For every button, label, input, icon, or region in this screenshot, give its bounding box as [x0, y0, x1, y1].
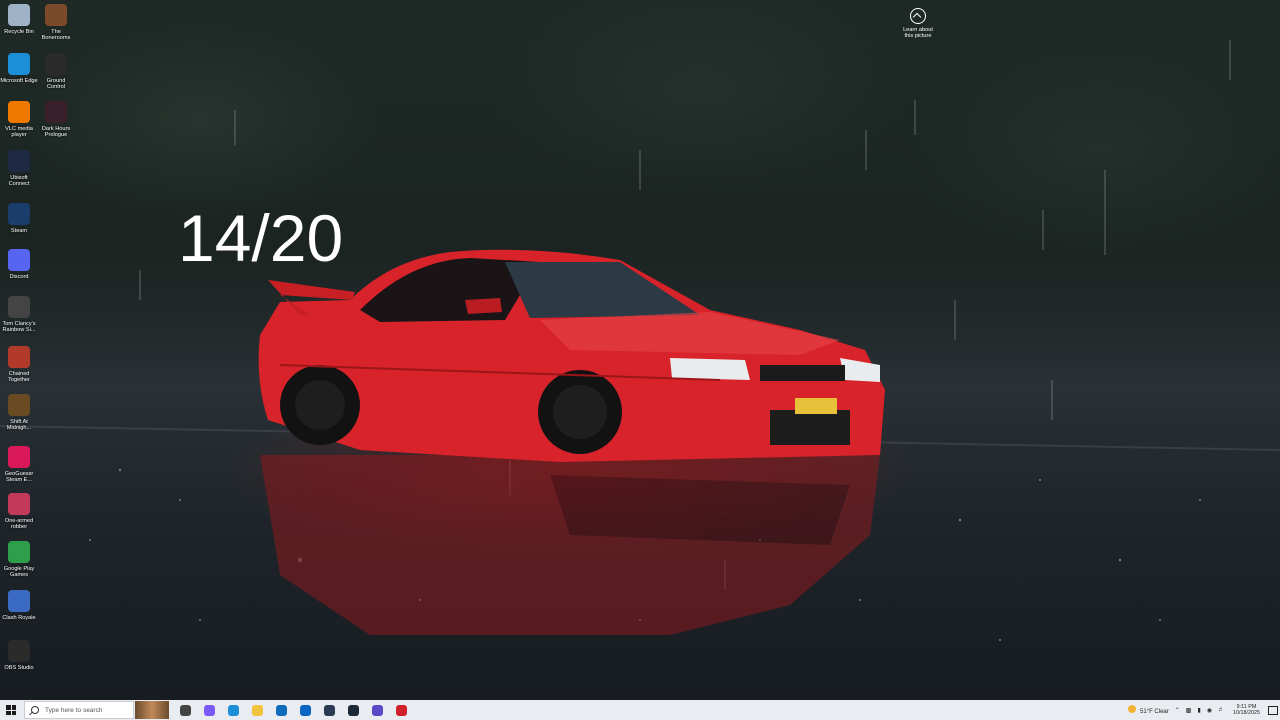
taskbar-app-copilot[interactable]: [197, 700, 221, 720]
desktop-icon-label: The Bonerooms: [41, 29, 71, 42]
desktop-icon-ground-control[interactable]: Ground Control: [37, 53, 75, 91]
dark-hours-icon: [45, 101, 67, 123]
taskbar-app-store[interactable]: [269, 700, 293, 720]
wifi-icon[interactable]: ◉: [1207, 707, 1212, 714]
recycle-bin-icon: [8, 4, 30, 26]
taskbar-app-file-explorer[interactable]: [245, 700, 269, 720]
search-placeholder: Type here to search: [45, 706, 103, 714]
clock-date: 10/18/2025: [1233, 710, 1260, 716]
desktop-icon-label: One-armed robber: [4, 518, 34, 531]
desktop-icon-label: Clash Royale: [2, 615, 36, 621]
obs-icon: [8, 640, 30, 662]
task-view-icon: [179, 704, 191, 716]
desktop-icon-label: Microsoft Edge: [0, 78, 38, 84]
taskbar-app-obs-taskbar[interactable]: [365, 700, 389, 720]
clash-royale-icon: [8, 590, 30, 612]
desktop-icon-one-armed-robber[interactable]: One-armed robber: [0, 493, 38, 531]
desktop-icon-label: Ground Control: [46, 78, 66, 91]
outlook-icon: [299, 704, 311, 716]
edge-taskbar-icon: [227, 704, 239, 716]
chevron-up-icon[interactable]: ⌃: [1175, 707, 1180, 714]
bonerooms-icon: [45, 4, 67, 26]
google-play-games-icon: [8, 541, 30, 563]
clock[interactable]: 9:11 PM 10/18/2025: [1233, 704, 1260, 717]
learn-about-picture-label: Learn about this picture: [903, 27, 933, 40]
taskbar-app-ubisoft-taskbar[interactable]: [317, 700, 341, 720]
copilot-icon: [203, 704, 215, 716]
desktop-icon-geoguessr[interactable]: GeoGuessr Steam E...: [0, 446, 38, 484]
taskbar-app-steam-taskbar[interactable]: [341, 700, 365, 720]
taskbar: Type here to search 51°F Clear ⌃ ▩ ▮ ◉ ♬…: [0, 700, 1280, 720]
desktop-icon-shift-at-midnight[interactable]: Shift At Midnigh...: [0, 394, 38, 432]
store-icon: [275, 704, 287, 716]
search-icon: [31, 706, 39, 714]
desktop-icon-vlc[interactable]: VLC media player: [0, 101, 38, 139]
network-icon[interactable]: ▩: [1186, 707, 1192, 714]
taskbar-app-task-view[interactable]: [173, 700, 197, 720]
rainbow-six-icon: [8, 296, 30, 318]
camera-info-icon: [910, 8, 926, 24]
search-highlight-thumbnail[interactable]: [135, 701, 169, 719]
weather-text: 51°F Clear: [1140, 709, 1169, 715]
desktop-icon-google-play-games[interactable]: Google Play Games: [0, 541, 38, 579]
desktop-icon-dark-hours[interactable]: Dark Hours Prologue: [37, 101, 75, 139]
desktop-icon-label: Dark Hours Prologue: [41, 126, 71, 139]
desktop-icon-label: Google Play Games: [3, 566, 35, 579]
desktop-icon-obs[interactable]: OBS Studio: [0, 640, 38, 671]
steam-taskbar-icon: [347, 704, 359, 716]
desktop-icon-label: OBS Studio: [4, 665, 34, 671]
steam-icon: [8, 203, 30, 225]
ubisoft-icon: [8, 150, 30, 172]
file-explorer-icon: [251, 704, 263, 716]
moon-icon: [1128, 705, 1136, 713]
taskbar-app-edge-taskbar[interactable]: [221, 700, 245, 720]
desktop-wallpaper: [0, 0, 1280, 700]
ground-control-icon: [45, 53, 67, 75]
chained-together-icon: [8, 346, 30, 368]
shift-at-midnight-icon: [8, 394, 30, 416]
edge-icon: [8, 53, 30, 75]
desktop-icon-steam[interactable]: Steam: [0, 203, 38, 234]
ubisoft-taskbar-icon: [323, 704, 335, 716]
recorder-taskbar-icon: [395, 704, 407, 716]
red-sports-car: [258, 249, 886, 462]
desktop-icon-recycle-bin[interactable]: Recycle Bin: [0, 4, 38, 35]
desktop-icon-label: GeoGuessr Steam E...: [4, 471, 34, 484]
desktop-icon-edge[interactable]: Microsoft Edge: [0, 53, 38, 84]
discord-icon: [8, 249, 30, 271]
car-reflection: [260, 455, 880, 635]
overlay-counter: 14/20: [178, 201, 344, 275]
taskbar-apps: [173, 700, 413, 720]
weather-widget[interactable]: 51°F Clear: [1128, 705, 1169, 715]
system-tray: 51°F Clear ⌃ ▩ ▮ ◉ ♬ 9:11 PM 10/18/2025: [1125, 700, 1280, 720]
notification-icon[interactable]: [1266, 700, 1280, 720]
desktop-icon-label: VLC media player: [5, 126, 33, 139]
desktop-icon-label: Discord: [9, 274, 29, 280]
desktop-icon-clash-royale[interactable]: Clash Royale: [0, 590, 38, 621]
learn-about-picture[interactable]: Learn about this picture: [898, 6, 938, 40]
start-button[interactable]: [0, 700, 22, 720]
desktop-icon-bonerooms[interactable]: The Bonerooms: [37, 4, 75, 42]
desktop-icon-label: Tom Clancy's Rainbow Si...: [2, 321, 36, 334]
desktop-icon-chained-together[interactable]: Chained Together: [0, 346, 38, 384]
taskbar-search[interactable]: Type here to search: [24, 701, 134, 719]
desktop-icon-ubisoft[interactable]: Ubisoft Connect: [0, 150, 38, 188]
usb-icon[interactable]: ▮: [1197, 707, 1200, 714]
windows-logo-icon: [6, 705, 16, 715]
one-armed-robber-icon: [8, 493, 30, 515]
obs-taskbar-icon: [371, 704, 383, 716]
desktop-icon-label: Recycle Bin: [4, 29, 34, 35]
taskbar-app-outlook[interactable]: [293, 700, 317, 720]
desktop-icon-label: Chained Together: [8, 371, 30, 384]
desktop-icon-label: Ubisoft Connect: [8, 175, 30, 188]
vlc-icon: [8, 101, 30, 123]
desktop-icon-label: Shift At Midnigh...: [6, 419, 32, 432]
geoguessr-icon: [8, 446, 30, 468]
desktop-icon-label: Steam: [10, 228, 28, 234]
desktop-icon-rainbow-six[interactable]: Tom Clancy's Rainbow Si...: [0, 296, 38, 334]
taskbar-app-recorder-taskbar[interactable]: [389, 700, 413, 720]
desktop-icon-discord[interactable]: Discord: [0, 249, 38, 280]
volume-icon[interactable]: ♬: [1218, 707, 1224, 713]
